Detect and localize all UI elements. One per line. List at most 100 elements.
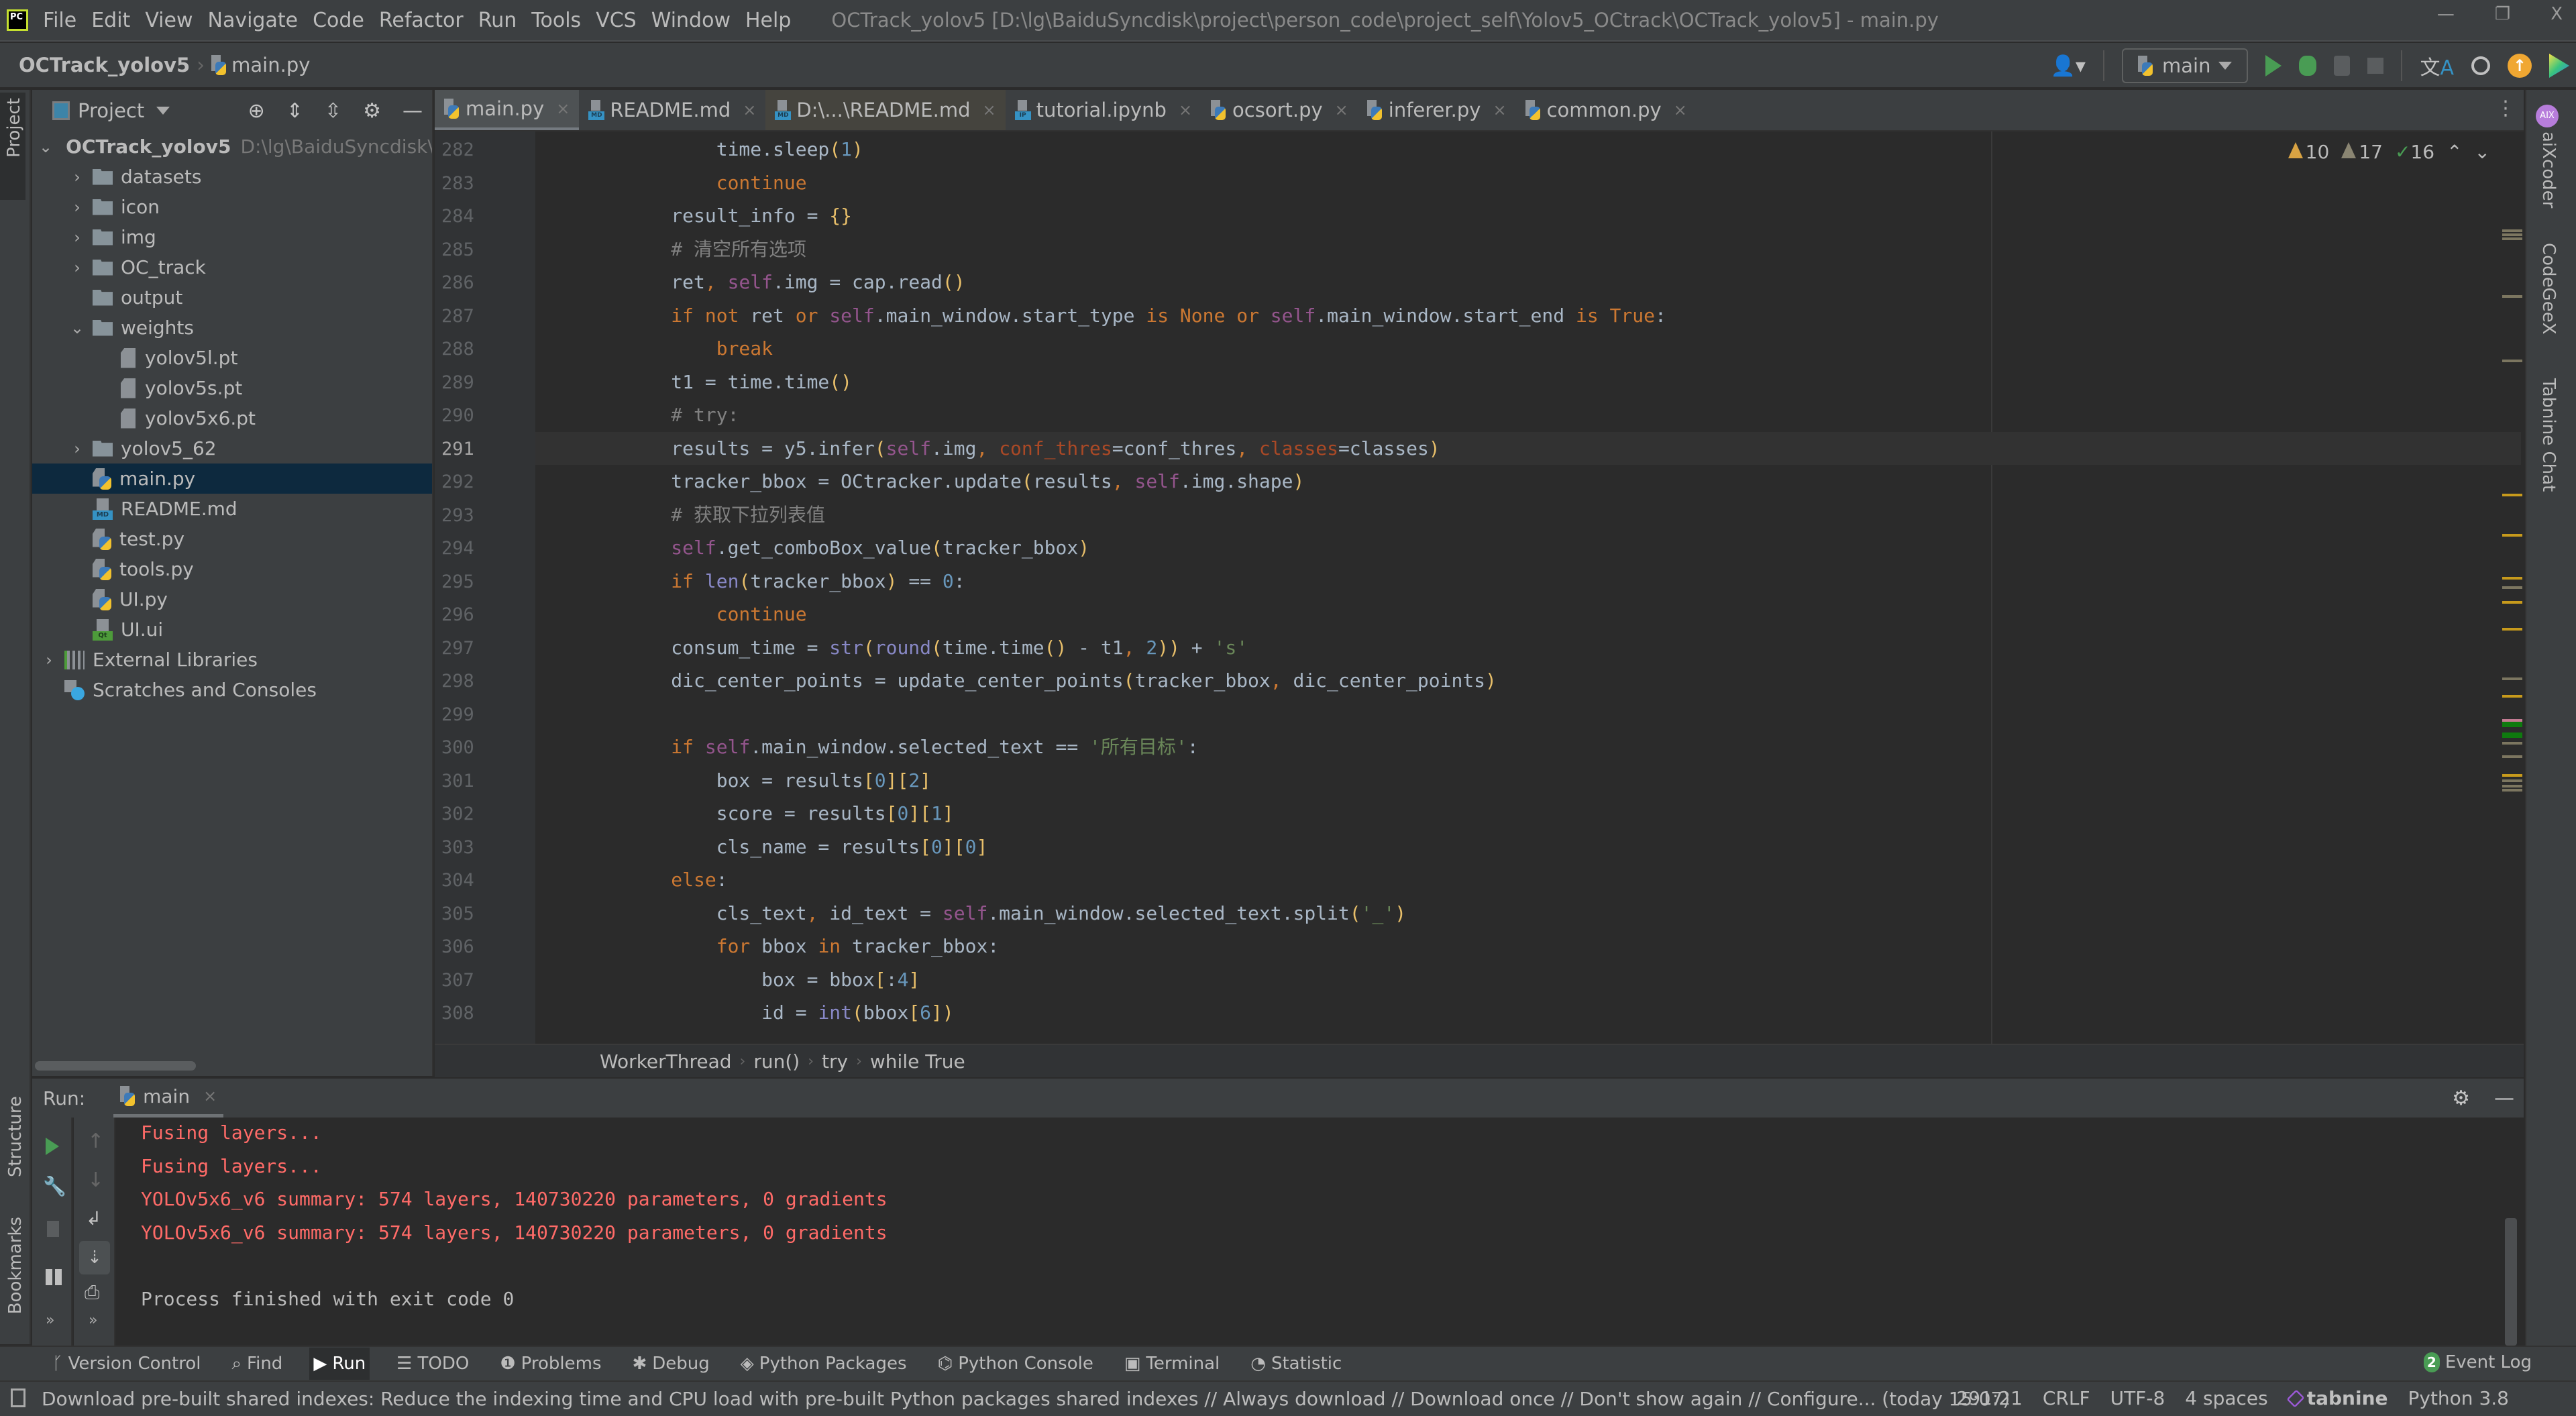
- error-stripe-mark[interactable]: [2502, 534, 2522, 537]
- breadcrumb-try[interactable]: try: [822, 1050, 848, 1073]
- chevron-right-icon[interactable]: ›: [39, 651, 59, 669]
- code-line[interactable]: continue: [535, 166, 2521, 200]
- tool-window-debug[interactable]: ✱ Debug: [628, 1348, 713, 1380]
- more-actions-icon[interactable]: »: [46, 1312, 54, 1329]
- error-stripe-mark[interactable]: [2502, 732, 2522, 738]
- event-log-button[interactable]: 2 Event Log: [2423, 1352, 2532, 1372]
- run-tab-main[interactable]: main ×: [113, 1078, 224, 1118]
- down-arrow-icon[interactable]: ↓: [87, 1168, 104, 1192]
- error-stripe-mark[interactable]: [2502, 601, 2522, 604]
- codegeex-tool-button[interactable]: CodeGeeX: [2538, 243, 2559, 335]
- code-line[interactable]: time.sleep(1): [535, 133, 2521, 166]
- code-line[interactable]: result_info = {}: [535, 199, 2521, 233]
- next-highlight-icon[interactable]: ⌄: [2475, 141, 2490, 163]
- tabnine-chat-tool-button[interactable]: Tabnine Chat: [2538, 378, 2559, 492]
- code-line[interactable]: # try:: [535, 398, 2521, 432]
- menu-tools[interactable]: Tools: [531, 9, 581, 32]
- gear-icon[interactable]: ⚙: [2452, 1087, 2470, 1110]
- code-line[interactable]: self.get_comboBox_value(tracker_bbox): [535, 531, 2521, 565]
- tree-item[interactable]: UI.py: [32, 584, 432, 614]
- run-console[interactable]: 🔧 » ↑ ↓ ↲ ⇣ ⎙ » Fusing layers... Fusing l…: [32, 1118, 2524, 1346]
- wrench-icon[interactable]: 🔧: [43, 1175, 66, 1197]
- tool-window-python-console[interactable]: ⌬ Python Console: [934, 1348, 1097, 1380]
- warnings-count[interactable]: 10: [2288, 141, 2329, 163]
- error-stripe-mark[interactable]: [2502, 628, 2522, 631]
- close-tab-icon[interactable]: ×: [1493, 101, 1506, 119]
- tool-window-python-packages[interactable]: ◈ Python Packages: [737, 1348, 911, 1380]
- menu-view[interactable]: View: [145, 9, 193, 32]
- editor-tab[interactable]: IP tutorial.ipynb ×: [1006, 90, 1201, 130]
- tree-item[interactable]: › OC_track: [32, 252, 432, 282]
- menu-navigate[interactable]: Navigate: [208, 9, 299, 32]
- menu-window[interactable]: Window: [651, 9, 731, 32]
- error-stripe-mark[interactable]: [2502, 237, 2522, 240]
- tool-window-version-control[interactable]: ᚴ Version Control: [48, 1348, 205, 1380]
- code-line[interactable]: [535, 698, 2521, 731]
- chevron-right-icon[interactable]: ›: [67, 168, 87, 186]
- menu-edit[interactable]: Edit: [91, 9, 130, 32]
- collapse-all-icon[interactable]: ⇳: [325, 99, 341, 123]
- tree-item[interactable]: test.py: [32, 524, 432, 554]
- tree-item[interactable]: yolov5x6.pt: [32, 403, 432, 433]
- editor-tab[interactable]: common.py ×: [1516, 90, 1697, 130]
- previous-highlight-icon[interactable]: ⌃: [2447, 141, 2462, 163]
- print-icon[interactable]: ⎙: [85, 1281, 99, 1304]
- typos-count[interactable]: ✓16: [2395, 141, 2434, 163]
- chevron-down-icon[interactable]: ⌄: [67, 319, 87, 337]
- breadcrumb-class[interactable]: WorkerThread: [600, 1050, 732, 1073]
- debug-button[interactable]: [2299, 56, 2317, 76]
- chevron-right-icon[interactable]: ›: [67, 258, 87, 277]
- project-view-select[interactable]: Project: [78, 99, 144, 122]
- code-editor[interactable]: 282 283 284 285 286 287 288 289 290 291 292 293 294 2…: [435, 131, 2524, 1044]
- code-line[interactable]: results = y5.infer(self.img, conf_thres=…: [535, 431, 2521, 465]
- menu-file[interactable]: File: [43, 9, 76, 32]
- code-line[interactable]: # 清空所有选项: [535, 233, 2521, 266]
- code-line[interactable]: cls_text, id_text = self.main_window.sel…: [535, 897, 2521, 930]
- error-stripe-mark[interactable]: [2502, 779, 2522, 782]
- tree-item[interactable]: Qt UI.ui: [32, 614, 432, 645]
- code-line[interactable]: else:: [535, 863, 2521, 897]
- tree-scratches[interactable]: Scratches and Consoles: [32, 675, 432, 705]
- file-encoding[interactable]: UTF-8: [2110, 1387, 2165, 1409]
- tool-window-problems[interactable]: ❶ Problems: [496, 1348, 605, 1380]
- error-stripe-mark[interactable]: [2502, 677, 2522, 680]
- menu-run[interactable]: Run: [478, 9, 517, 32]
- tree-item[interactable]: output: [32, 282, 432, 313]
- code-line[interactable]: continue: [535, 598, 2521, 631]
- tree-item[interactable]: › yolov5_62: [32, 433, 432, 464]
- error-stripe-mark[interactable]: [2502, 785, 2522, 787]
- error-stripe-mark[interactable]: [2502, 789, 2522, 792]
- tree-external-libraries[interactable]: › External Libraries: [32, 645, 432, 675]
- code-line[interactable]: # 获取下拉列表值: [535, 498, 2521, 532]
- bookmarks-tool-button[interactable]: Bookmarks: [5, 1217, 25, 1314]
- error-stripe-mark[interactable]: [2502, 755, 2522, 758]
- code-line[interactable]: break: [535, 332, 2521, 366]
- editor-tab[interactable]: main.py ×: [435, 90, 580, 130]
- ide-update-button[interactable]: ↑: [2508, 54, 2532, 78]
- chevron-right-icon[interactable]: ›: [67, 198, 87, 217]
- stop-button[interactable]: [47, 1221, 59, 1237]
- nav-file-crumb[interactable]: main.py: [231, 54, 310, 76]
- expand-all-icon[interactable]: ⇕: [286, 99, 303, 123]
- error-stripe-mark[interactable]: [2502, 233, 2522, 236]
- editor-tab[interactable]: MD D:\...\README.md ×: [765, 90, 1006, 130]
- close-tab-icon[interactable]: ×: [1179, 101, 1192, 119]
- tool-window-run[interactable]: ▶ Run: [309, 1348, 370, 1380]
- error-stripe-mark[interactable]: [2502, 742, 2522, 745]
- nav-project-crumb[interactable]: OCTrack_yolov5: [19, 54, 190, 76]
- tool-window-find[interactable]: ⌕ Find: [227, 1348, 286, 1380]
- menu-code[interactable]: Code: [313, 9, 364, 32]
- locate-file-icon[interactable]: ⊕: [248, 99, 265, 123]
- menu-help[interactable]: Help: [745, 9, 791, 32]
- tool-window-todo[interactable]: ☰ TODO: [392, 1348, 473, 1380]
- indent-setting[interactable]: 4 spaces: [2185, 1387, 2267, 1409]
- chevron-right-icon[interactable]: ›: [67, 228, 87, 247]
- tabnine-status[interactable]: tabnine: [2286, 1387, 2388, 1409]
- editor-tab[interactable]: MD README.md ×: [579, 90, 765, 130]
- hide-panel-icon[interactable]: —: [402, 99, 423, 123]
- code-line[interactable]: box = bbox[:4]: [535, 963, 2521, 997]
- menu-vcs[interactable]: VCS: [596, 9, 637, 32]
- close-tab-icon[interactable]: ×: [1674, 101, 1687, 119]
- more-actions-icon[interactable]: »: [89, 1312, 97, 1329]
- minimize-button[interactable]: —: [2437, 4, 2455, 24]
